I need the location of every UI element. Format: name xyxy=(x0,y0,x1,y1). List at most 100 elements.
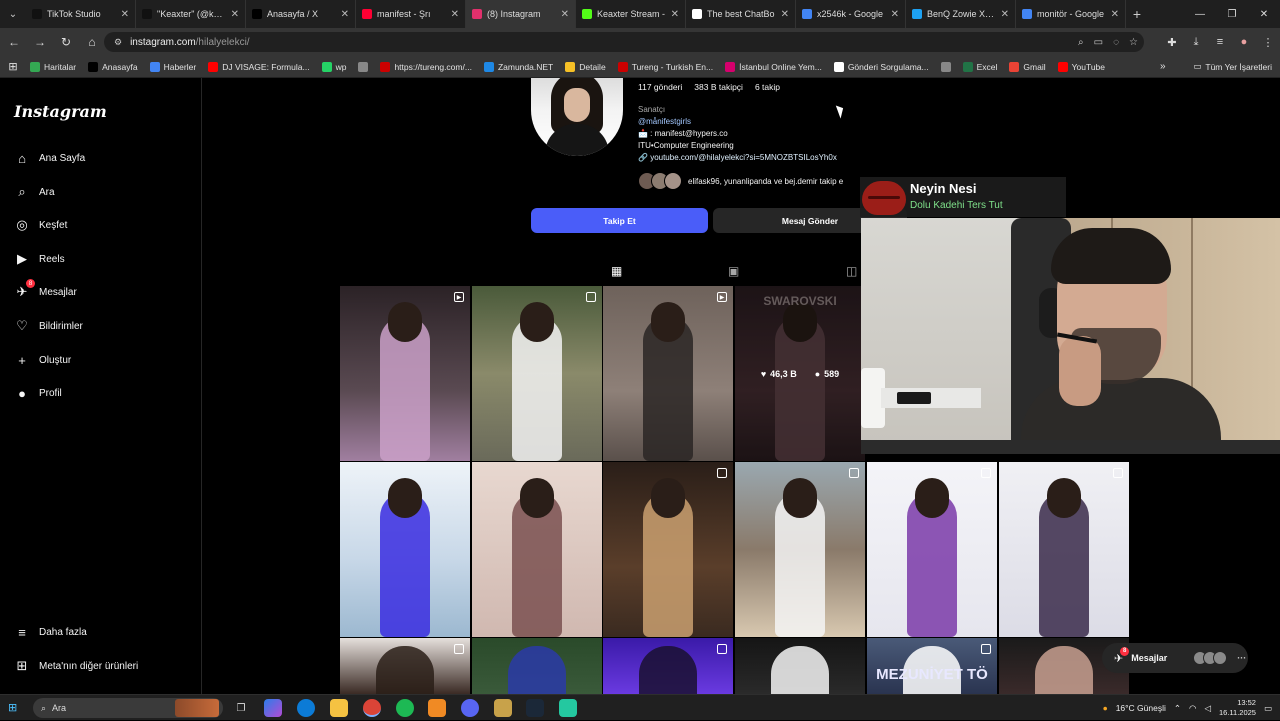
sidebar-item-notifications[interactable]: ♡ Bildirimler xyxy=(14,318,83,334)
tab-tagged-icon[interactable]: ◫ xyxy=(846,264,857,278)
follow-button[interactable]: Takip Et xyxy=(531,208,708,233)
browser-tab[interactable]: "Keaxter" (@keax ✕ xyxy=(136,0,246,28)
tab-close-icon[interactable]: ✕ xyxy=(341,9,349,20)
post-tile[interactable] xyxy=(340,638,470,694)
messages-pill[interactable]: ✈ 8 Mesajlar ··· xyxy=(1102,643,1248,673)
tab-close-icon[interactable]: ✕ xyxy=(781,9,789,20)
browser-tab[interactable]: (8) Instagram ✕ xyxy=(466,0,576,28)
extensions-icon[interactable]: ✚ xyxy=(1160,28,1184,56)
cloud-app-icon[interactable] xyxy=(428,699,446,717)
post-tile[interactable]: ▶ xyxy=(340,286,470,461)
tab-close-icon[interactable]: ✕ xyxy=(561,9,569,20)
tab-close-icon[interactable]: ✕ xyxy=(1001,9,1009,20)
start-icon[interactable]: ⊞ xyxy=(8,701,17,714)
bookmark-item[interactable]: Anasayfa xyxy=(88,61,138,72)
task-view-icon[interactable]: ❐ xyxy=(232,699,250,717)
tray-chevron-icon[interactable]: ⌃ xyxy=(1174,703,1181,714)
instagram-logo[interactable]: Instagram xyxy=(14,102,107,121)
post-tile[interactable] xyxy=(472,286,602,461)
wifi-icon[interactable]: ◠ xyxy=(1189,703,1196,714)
profile-avatar-icon[interactable]: ● xyxy=(1232,28,1256,56)
post-tile[interactable] xyxy=(603,462,733,637)
copilot-icon[interactable] xyxy=(264,699,282,717)
restore-icon[interactable]: ❐ xyxy=(1216,0,1248,28)
profile-avatar[interactable] xyxy=(531,78,623,156)
zoom-icon[interactable]: ⌕ xyxy=(1078,37,1084,48)
followers-count[interactable]: 383 B takipçi xyxy=(694,82,743,92)
menu-icon[interactable]: ⋮ xyxy=(1256,28,1280,56)
bookmark-item[interactable]: Gönderi Sorgulama... xyxy=(833,61,929,72)
profile-tag-link[interactable]: @månifestgirls xyxy=(638,116,868,128)
browser-tab[interactable]: x2546k - Google ✕ xyxy=(796,0,906,28)
tab-close-icon[interactable]: ✕ xyxy=(451,9,459,20)
chrome-icon[interactable] xyxy=(363,699,381,717)
bookmark-item[interactable]: Haberler xyxy=(149,61,196,72)
profile-external-link[interactable]: 🔗 youtube.com/@hilalyelekci?si=5MNOZBTSI… xyxy=(638,152,868,164)
browser-tab[interactable]: Keaxter Stream - ✕ xyxy=(576,0,686,28)
close-window-icon[interactable]: ✕ xyxy=(1248,0,1280,28)
new-tab-button[interactable]: + xyxy=(1126,6,1148,22)
apps-grid-icon[interactable]: ⊞ xyxy=(0,60,26,73)
bookmark-item[interactable]: Gmail xyxy=(1009,61,1046,72)
browser-tab[interactable]: Anasayfa / X ✕ xyxy=(246,0,356,28)
reload-icon[interactable]: ↻ xyxy=(54,28,78,56)
post-tile[interactable] xyxy=(340,462,470,637)
tab-posts-grid-icon[interactable]: ▦ xyxy=(611,264,622,278)
following-count[interactable]: 6 takip xyxy=(755,82,780,92)
post-tile[interactable] xyxy=(472,462,602,637)
followed-by[interactable]: elifask96, yunanlipanda ve bej.demir tak… xyxy=(638,172,843,190)
bookmark-item[interactable] xyxy=(940,61,951,72)
browser-tab[interactable]: The best ChatBo ✕ xyxy=(686,0,796,28)
minimize-icon[interactable]: — xyxy=(1184,0,1216,28)
post-tile[interactable]: SWAROVSKI ♥ 46,3 B ● 589 xyxy=(735,286,865,461)
sidebar-item-meta[interactable]: ⊞ Meta'nın diğer ürünleri xyxy=(14,658,139,674)
sidebar-item-reels[interactable]: ▶ Reels xyxy=(14,251,65,267)
bookmark-item[interactable] xyxy=(358,61,369,72)
home-icon[interactable]: ⌂ xyxy=(80,28,104,56)
speaker-icon[interactable]: ◁ xyxy=(1204,703,1211,714)
tab-search-icon[interactable]: ⌄ xyxy=(0,0,26,28)
forward-icon[interactable]: → xyxy=(28,28,52,56)
post-tile[interactable] xyxy=(999,462,1129,637)
notifications-icon[interactable]: ▭ xyxy=(1264,703,1272,714)
browser-tab[interactable]: BenQ Zowie XL25 ✕ xyxy=(906,0,1016,28)
edge-icon[interactable] xyxy=(297,699,315,717)
post-tile[interactable] xyxy=(735,462,865,637)
post-tile[interactable] xyxy=(735,638,865,694)
tab-close-icon[interactable]: ✕ xyxy=(891,9,899,20)
bookmark-item[interactable]: wp xyxy=(321,61,346,72)
bookmark-item[interactable]: Zamunda.NET xyxy=(483,61,553,72)
tab-close-icon[interactable]: ✕ xyxy=(231,9,239,20)
post-tile[interactable] xyxy=(867,462,997,637)
file-explorer-icon[interactable] xyxy=(330,699,348,717)
steam-icon[interactable] xyxy=(526,699,544,717)
bookmark-item[interactable]: Excel xyxy=(962,61,997,72)
all-bookmarks[interactable]: ▭ Tüm Yer İşaretleri xyxy=(1193,61,1272,72)
sidebar-item-messages[interactable]: ✈ 8 Mesajlar xyxy=(14,279,77,300)
site-info-icon[interactable]: ⚙ xyxy=(114,37,122,48)
bookmark-item[interactable]: https://tureng.com/... xyxy=(380,61,472,72)
spotify-icon[interactable] xyxy=(396,699,414,717)
taskbar-search[interactable]: ⌕ Ara xyxy=(33,698,223,718)
sidebar-item-search[interactable]: ⌕ Ara xyxy=(14,184,54,200)
app-icon[interactable] xyxy=(559,699,577,717)
post-tile[interactable]: MEZUNİYET TÖ xyxy=(867,638,997,694)
post-tile[interactable] xyxy=(472,638,602,694)
tab-close-icon[interactable]: ✕ xyxy=(121,9,129,20)
downloads-icon[interactable]: ⤓ xyxy=(1184,28,1208,56)
more-bookmarks-icon[interactable]: » xyxy=(1160,61,1166,72)
sidebar-item-create[interactable]: + Oluştur xyxy=(14,352,71,368)
browser-tab[interactable]: manifest - Şrı ✕ xyxy=(356,0,466,28)
bookmark-star-icon[interactable]: ☆ xyxy=(1129,37,1138,48)
sidebar-item-explore[interactable]: ◎ Keşfet xyxy=(14,217,67,233)
tracking-icon[interactable]: ◌ xyxy=(1113,37,1119,48)
back-icon[interactable]: ← xyxy=(2,28,26,56)
clock[interactable]: 13:52 16.11.2025 xyxy=(1219,698,1256,718)
sidebar-item-more[interactable]: ≡ Daha fazla xyxy=(14,624,87,640)
bookmark-item[interactable]: DJ VISAGE: Formula... xyxy=(208,61,310,72)
cast-icon[interactable]: ▭ xyxy=(1094,37,1103,48)
reading-list-icon[interactable]: ≡ xyxy=(1208,28,1232,56)
weather-text[interactable]: 16°C Güneşli xyxy=(1116,703,1166,713)
browser-tab[interactable]: monitör - Google ✕ xyxy=(1016,0,1126,28)
tab-close-icon[interactable]: ✕ xyxy=(671,9,679,20)
